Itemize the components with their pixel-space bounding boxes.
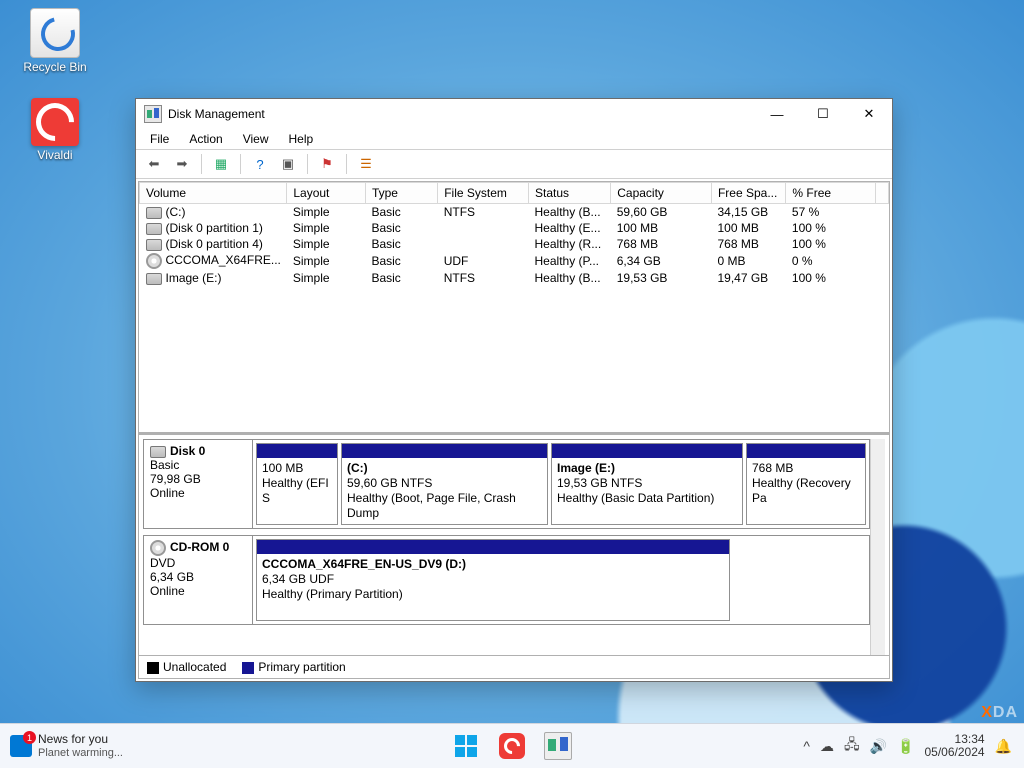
tray-onedrive-icon[interactable]: ☁ <box>820 738 834 755</box>
windows-logo-icon <box>455 735 477 757</box>
desktop-icon-vivaldi[interactable]: Vivaldi <box>18 98 92 162</box>
graphical-view-pane[interactable]: Disk 0Basic79,98 GBOnline100 MBHealthy (… <box>139 435 889 655</box>
menu-file[interactable]: File <box>140 130 179 148</box>
volume-table: Volume Layout Type File System Status Ca… <box>139 182 889 286</box>
col-capacity[interactable]: Capacity <box>611 183 712 204</box>
legend: Unallocated Primary partition <box>139 655 889 678</box>
legend-unallocated: Unallocated <box>147 660 226 674</box>
tray-battery-icon[interactable]: 🔋 <box>897 738 914 755</box>
disk-management-window: Disk Management — ☐ ✕ File Action View H… <box>135 98 893 682</box>
vivaldi-label: Vivaldi <box>18 148 92 162</box>
partition-stripe <box>342 444 547 458</box>
col-volume[interactable]: Volume <box>140 183 287 204</box>
recycle-bin-label: Recycle Bin <box>18 60 92 74</box>
taskbar-vivaldi[interactable] <box>492 726 532 766</box>
graphical-scrollbar[interactable] <box>870 439 885 655</box>
disk-label: CD-ROM 0DVD6,34 GBOnline <box>144 536 253 624</box>
cd-icon <box>146 253 162 269</box>
start-button[interactable] <box>446 726 486 766</box>
menu-action[interactable]: Action <box>179 130 232 148</box>
disk-management-icon <box>544 732 572 760</box>
table-row[interactable]: (C:)SimpleBasicNTFSHealthy (B...59,60 GB… <box>140 204 889 221</box>
tray-volume-icon[interactable]: 🔊 <box>870 738 887 755</box>
volume-list-pane[interactable]: Volume Layout Type File System Status Ca… <box>139 182 889 435</box>
vivaldi-icon <box>31 98 79 146</box>
toolbar-up-button[interactable]: ▦ <box>209 152 233 176</box>
cd-icon <box>150 540 166 556</box>
toolbar-properties-button[interactable]: ▣ <box>276 152 300 176</box>
content-area: Volume Layout Type File System Status Ca… <box>138 181 890 679</box>
tray-notification-icon[interactable]: 🔔 <box>995 738 1012 755</box>
tray-overflow-icon[interactable]: ^ <box>803 738 810 754</box>
col-spacer[interactable] <box>876 183 889 204</box>
window-title: Disk Management <box>168 107 265 121</box>
menu-view[interactable]: View <box>233 130 279 148</box>
news-headline: News for you <box>38 733 123 746</box>
partition[interactable]: 768 MBHealthy (Recovery Pa <box>746 443 866 525</box>
partition[interactable]: Image (E:)19,53 GB NTFSHealthy (Basic Da… <box>551 443 743 525</box>
partition[interactable]: CCCOMA_X64FRE_EN-US_DV9 (D:)6,34 GB UDFH… <box>256 539 730 621</box>
disk-row[interactable]: Disk 0Basic79,98 GBOnline100 MBHealthy (… <box>143 439 870 529</box>
taskbar-disk-management[interactable] <box>538 726 578 766</box>
col-fs[interactable]: File System <box>438 183 529 204</box>
col-free[interactable]: Free Spa... <box>711 183 785 204</box>
taskbar-news-widget[interactable]: News for you Planet warming... <box>0 724 133 768</box>
recycle-bin-icon <box>30 8 80 58</box>
drive-icon <box>146 273 162 285</box>
drive-icon <box>146 223 162 235</box>
close-button[interactable]: ✕ <box>846 99 892 129</box>
watermark: XDA <box>981 704 1018 722</box>
table-row[interactable]: (Disk 0 partition 1)SimpleBasicHealthy (… <box>140 220 889 236</box>
toolbar: ⬅ ➡ ▦ ? ▣ ⚑ ☰ <box>136 149 892 179</box>
partition[interactable]: (C:)59,60 GB NTFSHealthy (Boot, Page Fil… <box>341 443 548 525</box>
news-sub: Planet warming... <box>38 747 123 759</box>
titlebar[interactable]: Disk Management — ☐ ✕ <box>136 99 892 129</box>
tray-clock[interactable]: 13:34 05/06/2024 <box>925 733 985 759</box>
toolbar-list-button[interactable]: ☰ <box>354 152 378 176</box>
partition-stripe <box>257 540 729 554</box>
menu-help[interactable]: Help <box>279 130 324 148</box>
disk-row[interactable]: CD-ROM 0DVD6,34 GBOnlineCCCOMA_X64FRE_EN… <box>143 535 870 625</box>
news-icon <box>10 735 32 757</box>
table-row[interactable]: CCCOMA_X64FRE...SimpleBasicUDFHealthy (P… <box>140 252 889 270</box>
legend-primary: Primary partition <box>242 660 345 674</box>
col-pct[interactable]: % Free <box>786 183 876 204</box>
partition-stripe <box>747 444 865 458</box>
disk-label: Disk 0Basic79,98 GBOnline <box>144 440 253 528</box>
app-icon <box>144 105 162 123</box>
partition-stripe <box>257 444 337 458</box>
col-type[interactable]: Type <box>365 183 437 204</box>
table-row[interactable]: (Disk 0 partition 4)SimpleBasicHealthy (… <box>140 236 889 252</box>
partition-stripe <box>552 444 742 458</box>
table-row[interactable]: Image (E:)SimpleBasicNTFSHealthy (B...19… <box>140 270 889 286</box>
system-tray[interactable]: ^ ☁ 🖧 🔊 🔋 13:34 05/06/2024 🔔 <box>791 733 1024 759</box>
partition[interactable]: 100 MBHealthy (EFI S <box>256 443 338 525</box>
desktop-icon-recycle-bin[interactable]: Recycle Bin <box>18 8 92 74</box>
col-status[interactable]: Status <box>529 183 611 204</box>
minimize-button[interactable]: — <box>754 99 800 129</box>
menubar: File Action View Help <box>136 129 892 149</box>
drive-icon <box>146 207 162 219</box>
toolbar-refresh-button[interactable]: ⚑ <box>315 152 339 176</box>
toolbar-forward-button[interactable]: ➡ <box>170 152 194 176</box>
drive-icon <box>146 239 162 251</box>
maximize-button[interactable]: ☐ <box>800 99 846 129</box>
drive-icon <box>150 446 166 458</box>
toolbar-help-button[interactable]: ? <box>248 152 272 176</box>
taskbar: News for you Planet warming... ^ ☁ 🖧 🔊 🔋… <box>0 723 1024 768</box>
tray-network-icon[interactable]: 🖧 <box>844 734 860 758</box>
vivaldi-icon <box>499 733 525 759</box>
col-layout[interactable]: Layout <box>287 183 366 204</box>
toolbar-back-button[interactable]: ⬅ <box>142 152 166 176</box>
